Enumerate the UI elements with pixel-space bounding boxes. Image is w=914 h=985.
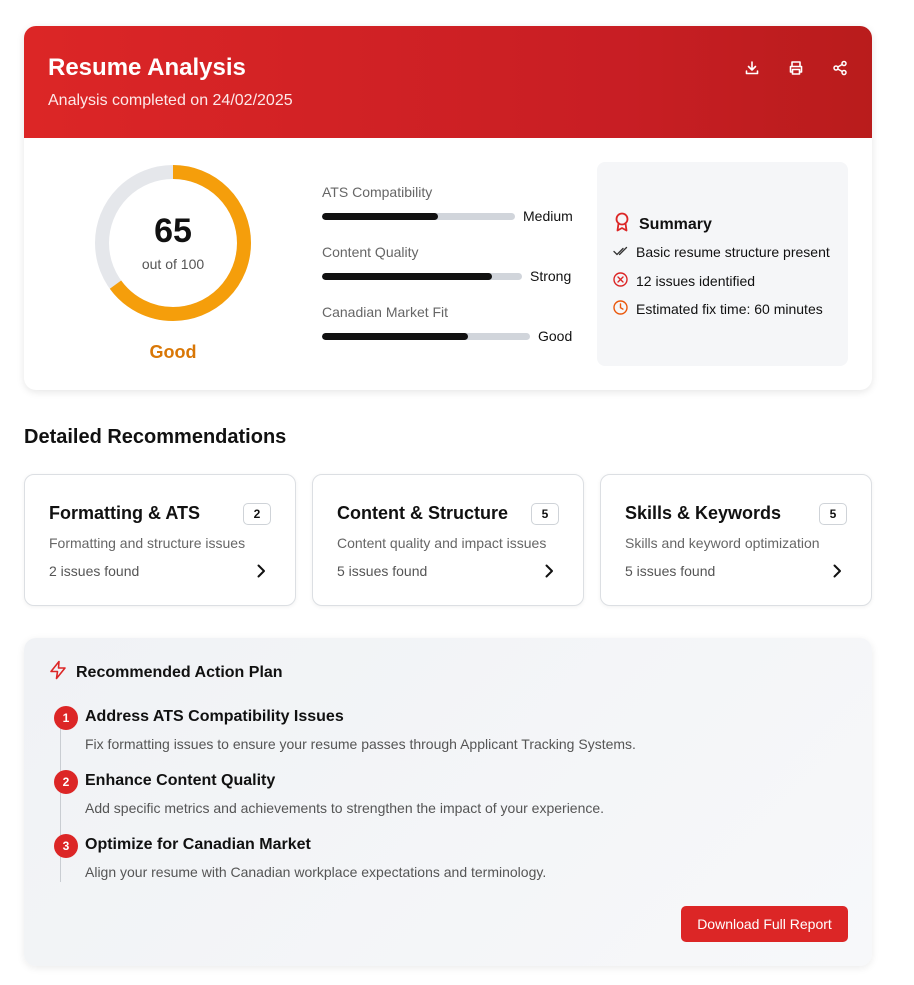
step-number: 3	[54, 834, 78, 858]
download-icon[interactable]	[740, 56, 764, 80]
action-plan-panel: Recommended Action Plan 1 Address ATS Co…	[24, 638, 872, 966]
analysis-card: Resume Analysis Analysis completed on 24…	[24, 26, 872, 390]
lightning-icon	[48, 660, 68, 685]
score-rating: Good	[149, 342, 197, 362]
rec-card-content[interactable]: Content & Structure 5 Content quality an…	[312, 474, 584, 606]
summary-item-text: 12 issues identified	[636, 273, 756, 289]
summary-item-text: Estimated fix time: 60 minutes	[636, 301, 823, 317]
download-report-button[interactable]: Download Full Report	[681, 906, 848, 942]
section-title: Detailed Recommendations	[24, 426, 287, 448]
summary-item: Basic resume structure present	[613, 244, 830, 260]
rec-card-formatting[interactable]: Formatting & ATS 2 Formatting and struct…	[24, 474, 296, 606]
step-description: Fix formatting issues to ensure your res…	[85, 736, 636, 752]
rec-card-description: Formatting and structure issues	[49, 535, 246, 551]
award-icon	[613, 212, 631, 237]
rec-card-count: 2 issues found	[49, 563, 140, 579]
summary-header: Summary	[613, 212, 712, 237]
clock-icon	[613, 300, 628, 318]
score-value: 65	[154, 212, 192, 250]
rec-card-count: 5 issues found	[625, 563, 716, 579]
action-plan-title: Recommended Action Plan	[76, 663, 283, 681]
rec-card-description: Skills and keyword optimization	[625, 535, 820, 551]
score-out-of: out of 100	[141, 256, 205, 272]
issue-count-badge: 2	[243, 503, 271, 525]
metric-label: ATS Compatibility	[322, 184, 433, 200]
step-number: 2	[54, 770, 78, 794]
summary-title: Summary	[639, 215, 712, 233]
summary-item: Estimated fix time: 60 minutes	[613, 300, 823, 318]
chevron-right-icon[interactable]	[539, 561, 559, 581]
metric-label: Content Quality	[322, 244, 419, 260]
metric-ats-compatibility: ATS Compatibility Medium	[322, 184, 574, 224]
chevron-right-icon[interactable]	[827, 561, 847, 581]
metric-label: Canadian Market Fit	[322, 304, 449, 320]
metric-bar-fill	[322, 212, 438, 220]
action-plan-header: Recommended Action Plan	[48, 660, 283, 685]
print-icon[interactable]	[784, 56, 808, 80]
rec-card-skills[interactable]: Skills & Keywords 5 Skills and keyword o…	[600, 474, 872, 606]
analysis-header: Resume Analysis Analysis completed on 24…	[24, 26, 872, 138]
header-actions	[740, 56, 852, 80]
step-description: Align your resume with Canadian workplac…	[85, 864, 547, 880]
rec-card-title: Content & Structure	[337, 503, 508, 523]
metric-value: Good	[538, 328, 573, 344]
metric-bar	[322, 272, 522, 280]
metric-content-quality: Content Quality Strong	[322, 244, 574, 284]
rec-card-description: Content quality and impact issues	[337, 535, 547, 551]
metric-bar-fill	[322, 272, 492, 280]
summary-item: 12 issues identified	[613, 272, 755, 290]
summary-panel: Summary Basic resume structure present 1…	[597, 162, 848, 366]
chevron-right-icon[interactable]	[251, 561, 271, 581]
metric-bar-fill	[322, 332, 468, 340]
metric-value: Strong	[530, 268, 572, 284]
score-gauge: 65 out of 100	[94, 164, 252, 322]
rec-card-count: 5 issues found	[337, 563, 428, 579]
double-check-icon	[613, 244, 628, 260]
share-icon[interactable]	[828, 56, 852, 80]
step-title: Optimize for Canadian Market	[85, 836, 311, 853]
issue-count-badge: 5	[819, 503, 847, 525]
rec-card-title: Skills & Keywords	[625, 503, 782, 523]
analysis-date: Analysis completed on 24/02/2025	[48, 92, 293, 109]
step-title: Address ATS Compatibility Issues	[85, 708, 344, 725]
step-title: Enhance Content Quality	[85, 772, 276, 789]
metric-value: Medium	[523, 208, 573, 224]
rec-card-title: Formatting & ATS	[49, 503, 200, 523]
metric-bar	[322, 212, 515, 220]
summary-item-text: Basic resume structure present	[636, 244, 830, 260]
metric-canadian-market-fit: Canadian Market Fit Good	[322, 304, 574, 344]
metric-bar	[322, 332, 530, 340]
step-number: 1	[54, 706, 78, 730]
x-circle-icon	[613, 272, 628, 290]
page-title: Resume Analysis	[48, 54, 246, 81]
issue-count-badge: 5	[531, 503, 559, 525]
step-description: Add specific metrics and achievements to…	[85, 800, 605, 816]
